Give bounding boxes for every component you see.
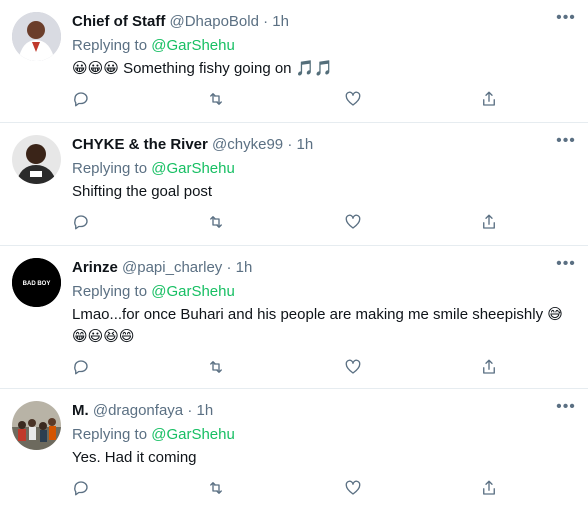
timestamp[interactable]: 1h — [196, 402, 213, 419]
like-icon[interactable] — [344, 358, 364, 378]
tweet-actions — [72, 213, 495, 233]
tweet-text-line-2: 😁😃😆😄 — [72, 328, 135, 345]
avatar[interactable] — [12, 401, 61, 450]
display-name[interactable]: Chief of Staff — [72, 13, 165, 30]
timestamp[interactable]: 1h — [272, 13, 289, 30]
tweet[interactable]: Chief of Staff @DhapoBold · 1h ••• Reply… — [0, 0, 588, 123]
user-handle[interactable]: @DhapoBold — [170, 13, 259, 30]
tweet-actions — [72, 90, 495, 110]
replying-to: Replying to @GarShehu — [72, 425, 576, 445]
more-icon[interactable]: ••• — [556, 133, 576, 155]
avatar[interactable] — [12, 12, 61, 61]
timestamp[interactable]: 1h — [236, 259, 253, 276]
tweet-text: Lmao...for once Buhari and his people ar… — [72, 306, 563, 323]
tweet[interactable]: CHYKE & the River @chyke99 · 1h ••• Repl… — [0, 123, 588, 246]
reply-icon[interactable] — [72, 358, 92, 378]
retweet-icon[interactable] — [207, 213, 227, 233]
tweet[interactable]: BAD BOY Arinze @papi_charley · 1h ••• Re… — [0, 246, 588, 389]
timestamp[interactable]: 1h — [297, 136, 314, 153]
replying-label: Replying to — [72, 283, 148, 300]
replying-label: Replying to — [72, 426, 148, 443]
share-icon[interactable] — [480, 213, 500, 233]
separator: · — [287, 136, 293, 153]
separator: · — [187, 402, 193, 419]
display-name[interactable]: Arinze — [72, 259, 118, 276]
replying-handle-link[interactable]: @GarShehu — [151, 283, 235, 300]
tweet-header: Arinze @papi_charley · 1h — [72, 258, 576, 278]
display-name[interactable]: M. — [72, 402, 89, 419]
tweet-actions — [72, 479, 495, 499]
reply-icon[interactable] — [72, 90, 92, 110]
user-handle[interactable]: @papi_charley — [122, 259, 222, 276]
reply-icon[interactable] — [72, 213, 92, 233]
like-icon[interactable] — [344, 479, 364, 499]
tweet[interactable]: M. @dragonfaya · 1h ••• Replying to @Gar… — [0, 389, 588, 511]
replying-handle-link[interactable]: @GarShehu — [151, 37, 235, 54]
more-icon[interactable]: ••• — [556, 10, 576, 32]
share-icon[interactable] — [480, 479, 500, 499]
replying-handle-link[interactable]: @GarShehu — [151, 426, 235, 443]
separator: · — [263, 13, 269, 30]
separator: · — [226, 259, 232, 276]
more-icon[interactable]: ••• — [556, 256, 576, 278]
tweet-header: M. @dragonfaya · 1h — [72, 401, 576, 421]
avatar[interactable] — [12, 135, 61, 184]
replying-label: Replying to — [72, 160, 148, 177]
display-name[interactable]: CHYKE & the River — [72, 136, 208, 153]
tweet-text: 😀😀😀 Something fishy going on 🎵🎵 — [72, 60, 334, 77]
avatar[interactable]: BAD BOY — [12, 258, 61, 307]
like-icon[interactable] — [344, 213, 364, 233]
replying-to: Replying to @GarShehu — [72, 282, 576, 302]
replying-label: Replying to — [72, 37, 148, 54]
retweet-icon[interactable] — [207, 479, 227, 499]
tweet-header: Chief of Staff @DhapoBold · 1h — [72, 12, 576, 32]
replying-handle-link[interactable]: @GarShehu — [151, 160, 235, 177]
user-handle[interactable]: @chyke99 — [212, 136, 283, 153]
share-icon[interactable] — [480, 90, 500, 110]
more-icon[interactable]: ••• — [556, 399, 576, 421]
avatar-text: BAD BOY — [23, 281, 51, 287]
tweet-actions — [72, 358, 495, 378]
tweet-text: Shifting the goal post — [72, 183, 213, 200]
tweet-header: CHYKE & the River @chyke99 · 1h — [72, 135, 576, 155]
retweet-icon[interactable] — [207, 358, 227, 378]
replying-to: Replying to @GarShehu — [72, 36, 576, 56]
replying-to: Replying to @GarShehu — [72, 159, 576, 179]
like-icon[interactable] — [344, 90, 364, 110]
share-icon[interactable] — [480, 358, 500, 378]
reply-icon[interactable] — [72, 479, 92, 499]
user-handle[interactable]: @dragonfaya — [93, 402, 183, 419]
retweet-icon[interactable] — [207, 90, 227, 110]
tweet-text: Yes. Had it coming — [72, 449, 197, 466]
